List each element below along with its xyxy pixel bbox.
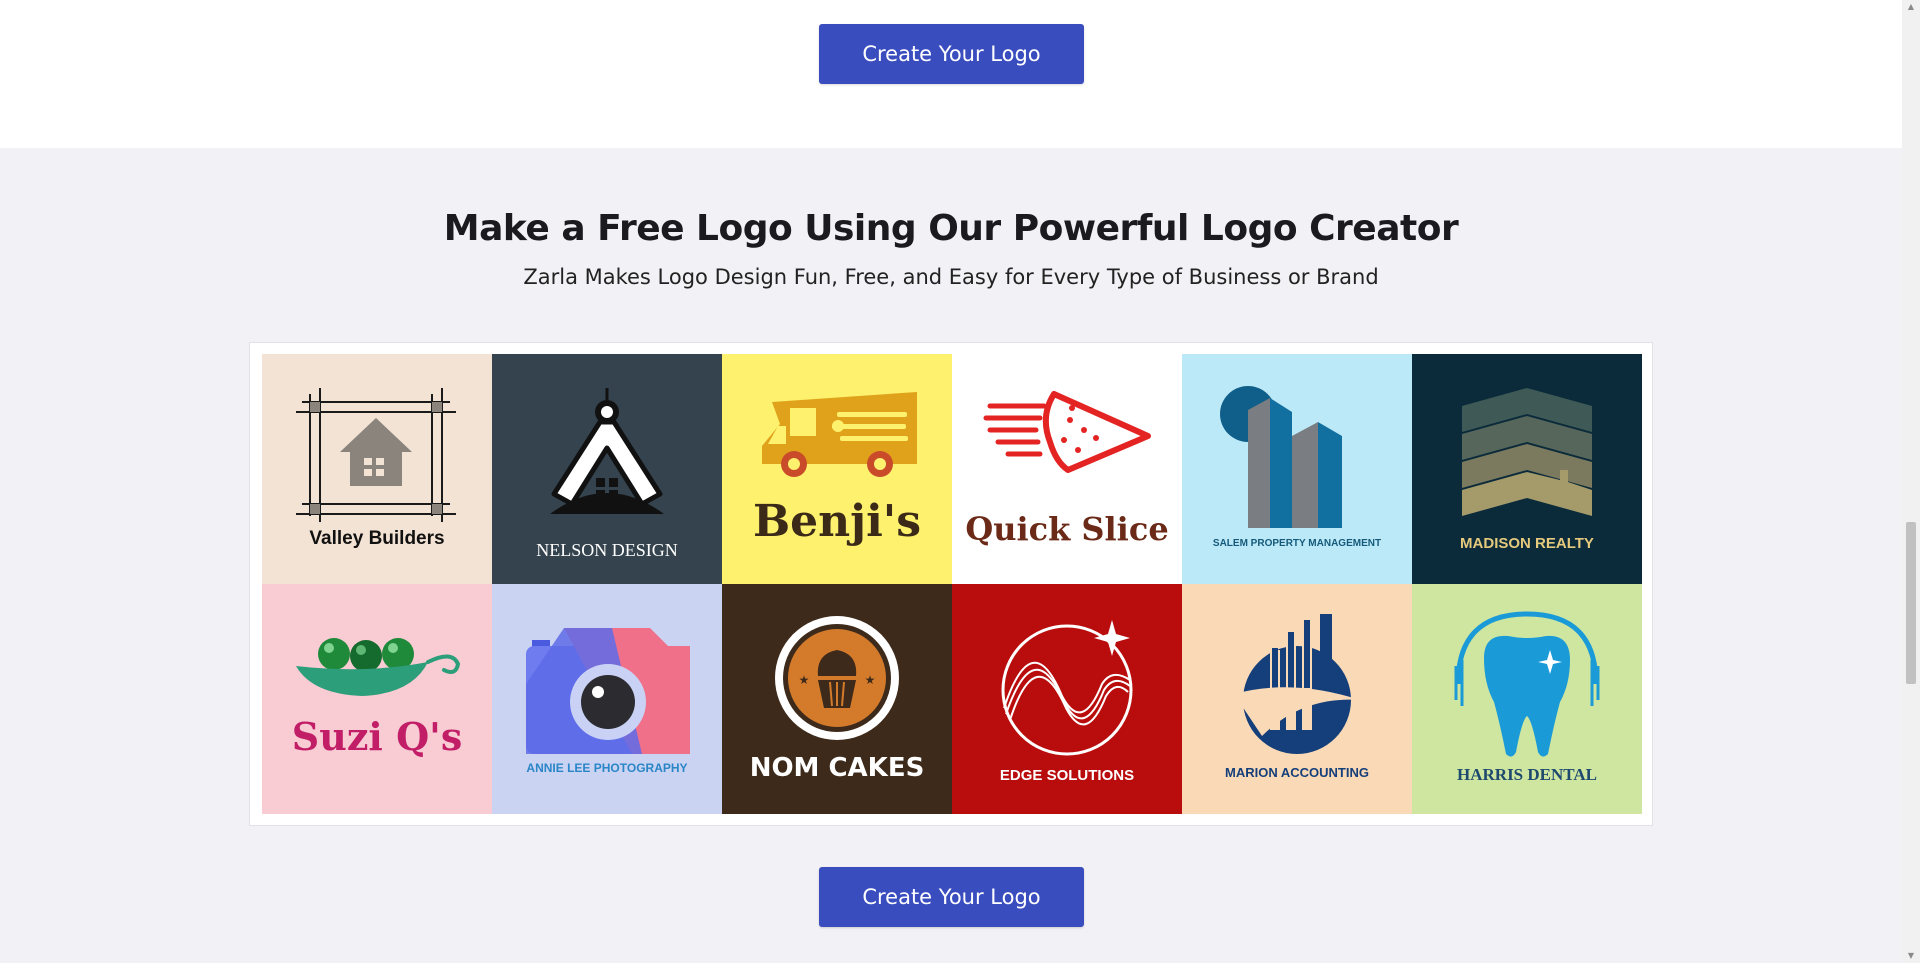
create-logo-button-top[interactable]: Create Your Logo <box>819 24 1084 84</box>
benjis-label: Benji's <box>753 496 921 547</box>
nom-cakes-logo: ★ ★ NOM CAKES <box>722 584 952 814</box>
marion-accounting-label: MARION ACCOUNTING <box>1225 765 1369 780</box>
salem-property-logo: SALEM PROPERTY MANAGEMENT <box>1182 354 1412 584</box>
logo-tile-salem-property[interactable]: SALEM PROPERTY MANAGEMENT <box>1182 354 1412 584</box>
nelson-design-logo: NELSON DESIGN <box>492 354 722 584</box>
nelson-design-label: NELSON DESIGN <box>536 540 678 560</box>
svg-text:★: ★ <box>799 673 810 687</box>
scroll-up-arrow-icon[interactable]: ▲ <box>1902 0 1920 14</box>
logo-tile-annie-lee[interactable]: ANNIE LEE PHOTOGRAPHY <box>492 584 722 814</box>
logo-tile-nom-cakes[interactable]: ★ ★ NOM CAKES <box>722 584 952 814</box>
annie-lee-label: ANNIE LEE PHOTOGRAPHY <box>526 761 687 775</box>
logo-tile-suzi-qs[interactable]: Suzi Q's <box>262 584 492 814</box>
nom-cakes-label: NOM CAKES <box>750 753 925 783</box>
logo-tile-marion-accounting[interactable]: MARION ACCOUNTING <box>1182 584 1412 814</box>
logo-tile-harris-dental[interactable]: HARRIS DENTAL <box>1412 584 1642 814</box>
logo-tile-nelson-design[interactable]: NELSON DESIGN <box>492 354 722 584</box>
logo-tile-benjis[interactable]: Benji's <box>722 354 952 584</box>
logo-tile-madison-realty[interactable]: MADISON REALTY <box>1412 354 1642 584</box>
madison-realty-label: MADISON REALTY <box>1460 535 1594 552</box>
logo-tile-edge-solutions[interactable]: EDGE SOLUTIONS <box>952 584 1182 814</box>
marion-accounting-logo: MARION ACCOUNTING <box>1182 584 1412 814</box>
quick-slice-logo: Quick Slice <box>952 354 1182 584</box>
benjis-logo: Benji's <box>722 354 952 584</box>
annie-lee-logo: ANNIE LEE PHOTOGRAPHY <box>492 584 722 814</box>
salem-property-label: SALEM PROPERTY MANAGEMENT <box>1213 538 1381 549</box>
edge-solutions-logo: EDGE SOLUTIONS <box>952 584 1182 814</box>
section-subtitle: Zarla Makes Logo Design Fun, Free, and E… <box>523 265 1379 289</box>
logo-grid: Valley Builders NELSON DESIGN Benji's Qu… <box>262 354 1642 814</box>
logo-tile-quick-slice[interactable]: Quick Slice <box>952 354 1182 584</box>
section-title: Make a Free Logo Using Our Powerful Logo… <box>443 208 1459 249</box>
svg-text:★: ★ <box>865 673 876 687</box>
valley-builders-label: Valley Builders <box>309 528 444 549</box>
scrollbar-thumb[interactable] <box>1906 522 1916 684</box>
madison-realty-logo: MADISON REALTY <box>1412 354 1642 584</box>
logo-tile-valley-builders[interactable]: Valley Builders <box>262 354 492 584</box>
harris-dental-label: HARRIS DENTAL <box>1457 765 1597 784</box>
scroll-down-arrow-icon[interactable]: ▼ <box>1902 949 1920 963</box>
page: Create Your Logo Make a Free Logo Using … <box>0 0 1902 963</box>
edge-solutions-label: EDGE SOLUTIONS <box>1000 767 1134 784</box>
harris-dental-logo: HARRIS DENTAL <box>1412 584 1642 814</box>
create-logo-button-bottom[interactable]: Create Your Logo <box>819 867 1084 927</box>
suzi-qs-logo: Suzi Q's <box>262 584 492 814</box>
suzi-qs-label: Suzi Q's <box>292 714 462 759</box>
vertical-scrollbar[interactable]: ▲ ▼ <box>1902 0 1920 963</box>
valley-builders-logo: Valley Builders <box>262 354 492 584</box>
quick-slice-label: Quick Slice <box>965 510 1168 548</box>
